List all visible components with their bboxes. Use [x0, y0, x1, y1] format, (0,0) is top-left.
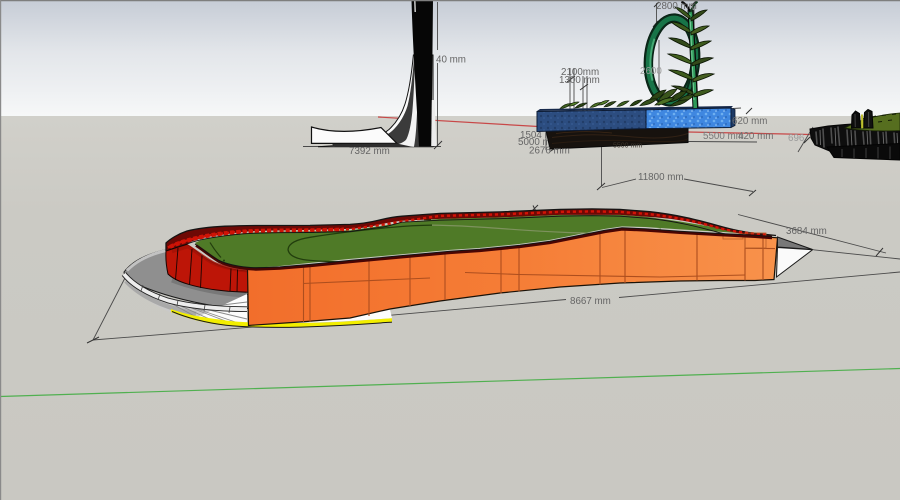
svg-text:696: 696 [788, 133, 805, 144]
svg-text:40 mm: 40 mm [436, 55, 466, 66]
svg-text:2676 mm: 2676 mm [529, 146, 570, 157]
svg-text:2600: 2600 [640, 66, 662, 77]
svg-text:3684 mm: 3684 mm [786, 226, 827, 237]
svg-text:7392 mm: 7392 mm [349, 146, 390, 157]
svg-text:620 mm: 620 mm [732, 116, 767, 127]
svg-text:5500 mm: 5500 mm [613, 143, 642, 150]
svg-text:11800 mm: 11800 mm [638, 172, 684, 183]
svg-text:8667 mm: 8667 mm [570, 296, 611, 307]
svg-text:1300 mm: 1300 mm [559, 75, 600, 86]
svg-text:420 mm: 420 mm [738, 131, 773, 142]
svg-text:2800 mm: 2800 mm [656, 1, 697, 12]
